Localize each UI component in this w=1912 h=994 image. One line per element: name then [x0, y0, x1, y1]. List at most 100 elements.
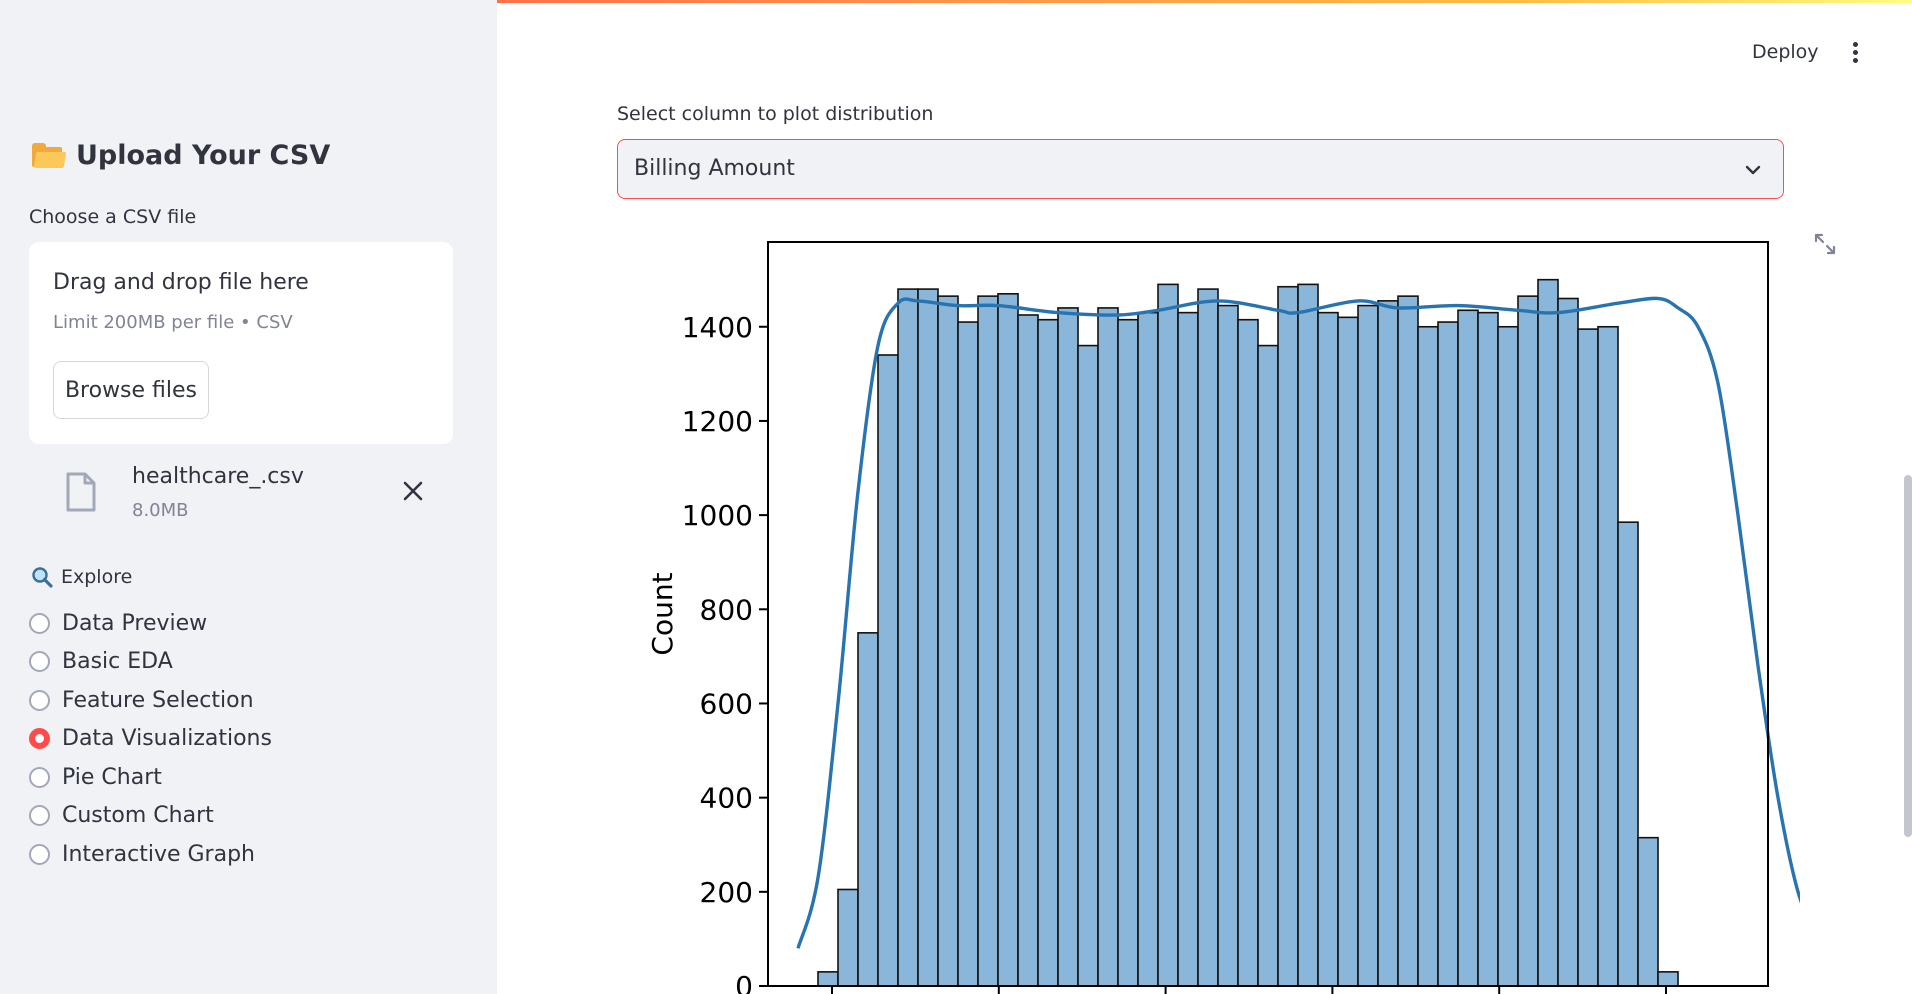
column-select[interactable]: Billing Amount: [617, 139, 1784, 199]
histogram-bar: [1657, 971, 1679, 987]
y-tick-label: 1000: [682, 499, 753, 532]
radio-label: Interactive Graph: [62, 841, 255, 867]
histogram-bar: [1417, 325, 1439, 987]
histogram-bar: [1197, 288, 1219, 987]
histogram-bar: [977, 295, 999, 987]
y-tick-label: 0: [735, 970, 753, 994]
histogram-bar: [1597, 325, 1619, 987]
radio-label: Custom Chart: [62, 803, 214, 829]
histogram-bar: [1077, 344, 1099, 987]
explore-label: Explore: [61, 566, 133, 588]
fullscreen-expand-icon[interactable]: [1813, 232, 1837, 256]
y-tick-label: 1200: [682, 405, 753, 438]
histogram-bar: [1577, 328, 1599, 987]
radio-label: Data Preview: [62, 610, 208, 636]
histogram-bar: [1117, 318, 1139, 987]
radio-circle[interactable]: [29, 766, 50, 788]
histogram-bar: [1457, 309, 1479, 987]
histogram-bar: [997, 293, 1019, 987]
browse-files-button[interactable]: Browse files: [53, 361, 209, 419]
radio-circle[interactable]: [29, 651, 50, 673]
file-dropzone[interactable]: Drag and drop file here Limit 200MB per …: [29, 242, 453, 444]
histogram-bar: [1437, 321, 1459, 987]
radio-circle[interactable]: [29, 805, 50, 827]
histogram-bar: [1097, 307, 1119, 987]
histogram-bar: [857, 632, 879, 987]
explore-heading: Explore: [31, 566, 132, 588]
file-name: healthcare_.csv: [132, 464, 304, 489]
radio-label: Feature Selection: [62, 687, 254, 713]
histogram-bar: [1477, 311, 1499, 987]
histogram-bar: [1277, 285, 1299, 987]
histogram-bar: [1317, 311, 1339, 987]
histogram-bar: [877, 354, 899, 987]
histogram-bar: [1617, 521, 1639, 987]
close-icon[interactable]: [400, 478, 426, 504]
histogram-bar: [1337, 316, 1359, 987]
uploaded-file: healthcare_.csv 8.0MB: [29, 458, 453, 530]
radio-label: Pie Chart: [62, 764, 162, 790]
histogram-bar: [1357, 304, 1379, 987]
radio-circle[interactable]: [29, 612, 50, 634]
radio-option-interactive-graph[interactable]: Interactive Graph: [29, 835, 272, 874]
histogram-chart: 0 200 400 600 800 1000 1200 1400 Count: [646, 241, 1800, 994]
radio-circle-selected[interactable]: [29, 728, 50, 750]
select-label: Select column to plot distribution: [617, 103, 934, 125]
histogram-bar: [1017, 314, 1039, 987]
radio-option-basic-eda[interactable]: Basic EDA: [29, 643, 272, 682]
histogram-bar: [1037, 318, 1059, 987]
histogram-bar: [957, 321, 979, 987]
histogram-bar: [1237, 318, 1259, 987]
radio-option-custom-chart[interactable]: Custom Chart: [29, 797, 272, 836]
histogram-bar: [817, 971, 839, 987]
histogram-bar: [1497, 325, 1519, 987]
dropzone-limit: Limit 200MB per file • CSV: [53, 312, 293, 333]
file-size: 8.0MB: [132, 500, 189, 521]
chevron-down-icon: [1745, 165, 1761, 175]
histogram-bar: [1137, 311, 1159, 987]
radio-option-pie-chart[interactable]: Pie Chart: [29, 758, 272, 797]
histogram-bar: [837, 888, 859, 987]
histogram-bar: [917, 288, 939, 987]
y-tick-label: 400: [700, 782, 753, 815]
sidebar: Upload Your CSV Choose a CSV file Drag a…: [0, 0, 497, 994]
y-tick-label: 600: [700, 687, 753, 720]
histogram-bar: [897, 288, 919, 987]
deploy-button[interactable]: Deploy: [1752, 41, 1819, 63]
radio-option-data-preview[interactable]: Data Preview: [29, 604, 272, 643]
sidebar-title: Upload Your CSV: [32, 140, 330, 171]
magnifier-icon: [32, 567, 53, 588]
radio-circle[interactable]: [29, 689, 50, 711]
folder-icon: [32, 142, 67, 169]
histogram-bar: [937, 295, 959, 987]
histogram-bar: [1177, 311, 1199, 987]
explore-radio-group: Data Preview Basic EDA Feature Selection…: [29, 604, 272, 874]
histogram-bar: [1637, 836, 1659, 987]
uploader-label: Choose a CSV file: [29, 206, 197, 228]
histogram-bar: [1377, 300, 1399, 987]
histogram-bar: [1517, 295, 1539, 987]
histogram-bar: [1557, 297, 1579, 987]
select-value: Billing Amount: [634, 156, 795, 181]
y-tick-label: 1400: [682, 311, 753, 344]
histogram-bar: [1297, 283, 1319, 987]
y-tick-label: 800: [700, 593, 753, 626]
dropzone-text: Drag and drop file here: [53, 270, 309, 295]
scrollbar[interactable]: [1904, 475, 1912, 837]
histogram-bar: [1217, 304, 1239, 987]
histogram-bar: [1257, 344, 1279, 987]
sidebar-title-text: Upload Your CSV: [76, 140, 331, 171]
histogram-bar: [1157, 283, 1179, 987]
file-icon: [66, 472, 96, 512]
radio-circle[interactable]: [29, 843, 50, 865]
y-tick-label: 200: [700, 876, 753, 909]
main-menu-icon[interactable]: [1853, 42, 1859, 64]
radio-option-feature-selection[interactable]: Feature Selection: [29, 681, 272, 720]
histogram-bar: [1537, 278, 1559, 987]
radio-option-data-visualizations[interactable]: Data Visualizations: [29, 720, 272, 759]
y-axis-label: Count: [646, 572, 679, 655]
histogram-bar: [1057, 307, 1079, 987]
radio-label: Basic EDA: [62, 649, 173, 675]
radio-label: Data Visualizations: [62, 726, 272, 752]
histogram-bar: [1397, 295, 1419, 987]
